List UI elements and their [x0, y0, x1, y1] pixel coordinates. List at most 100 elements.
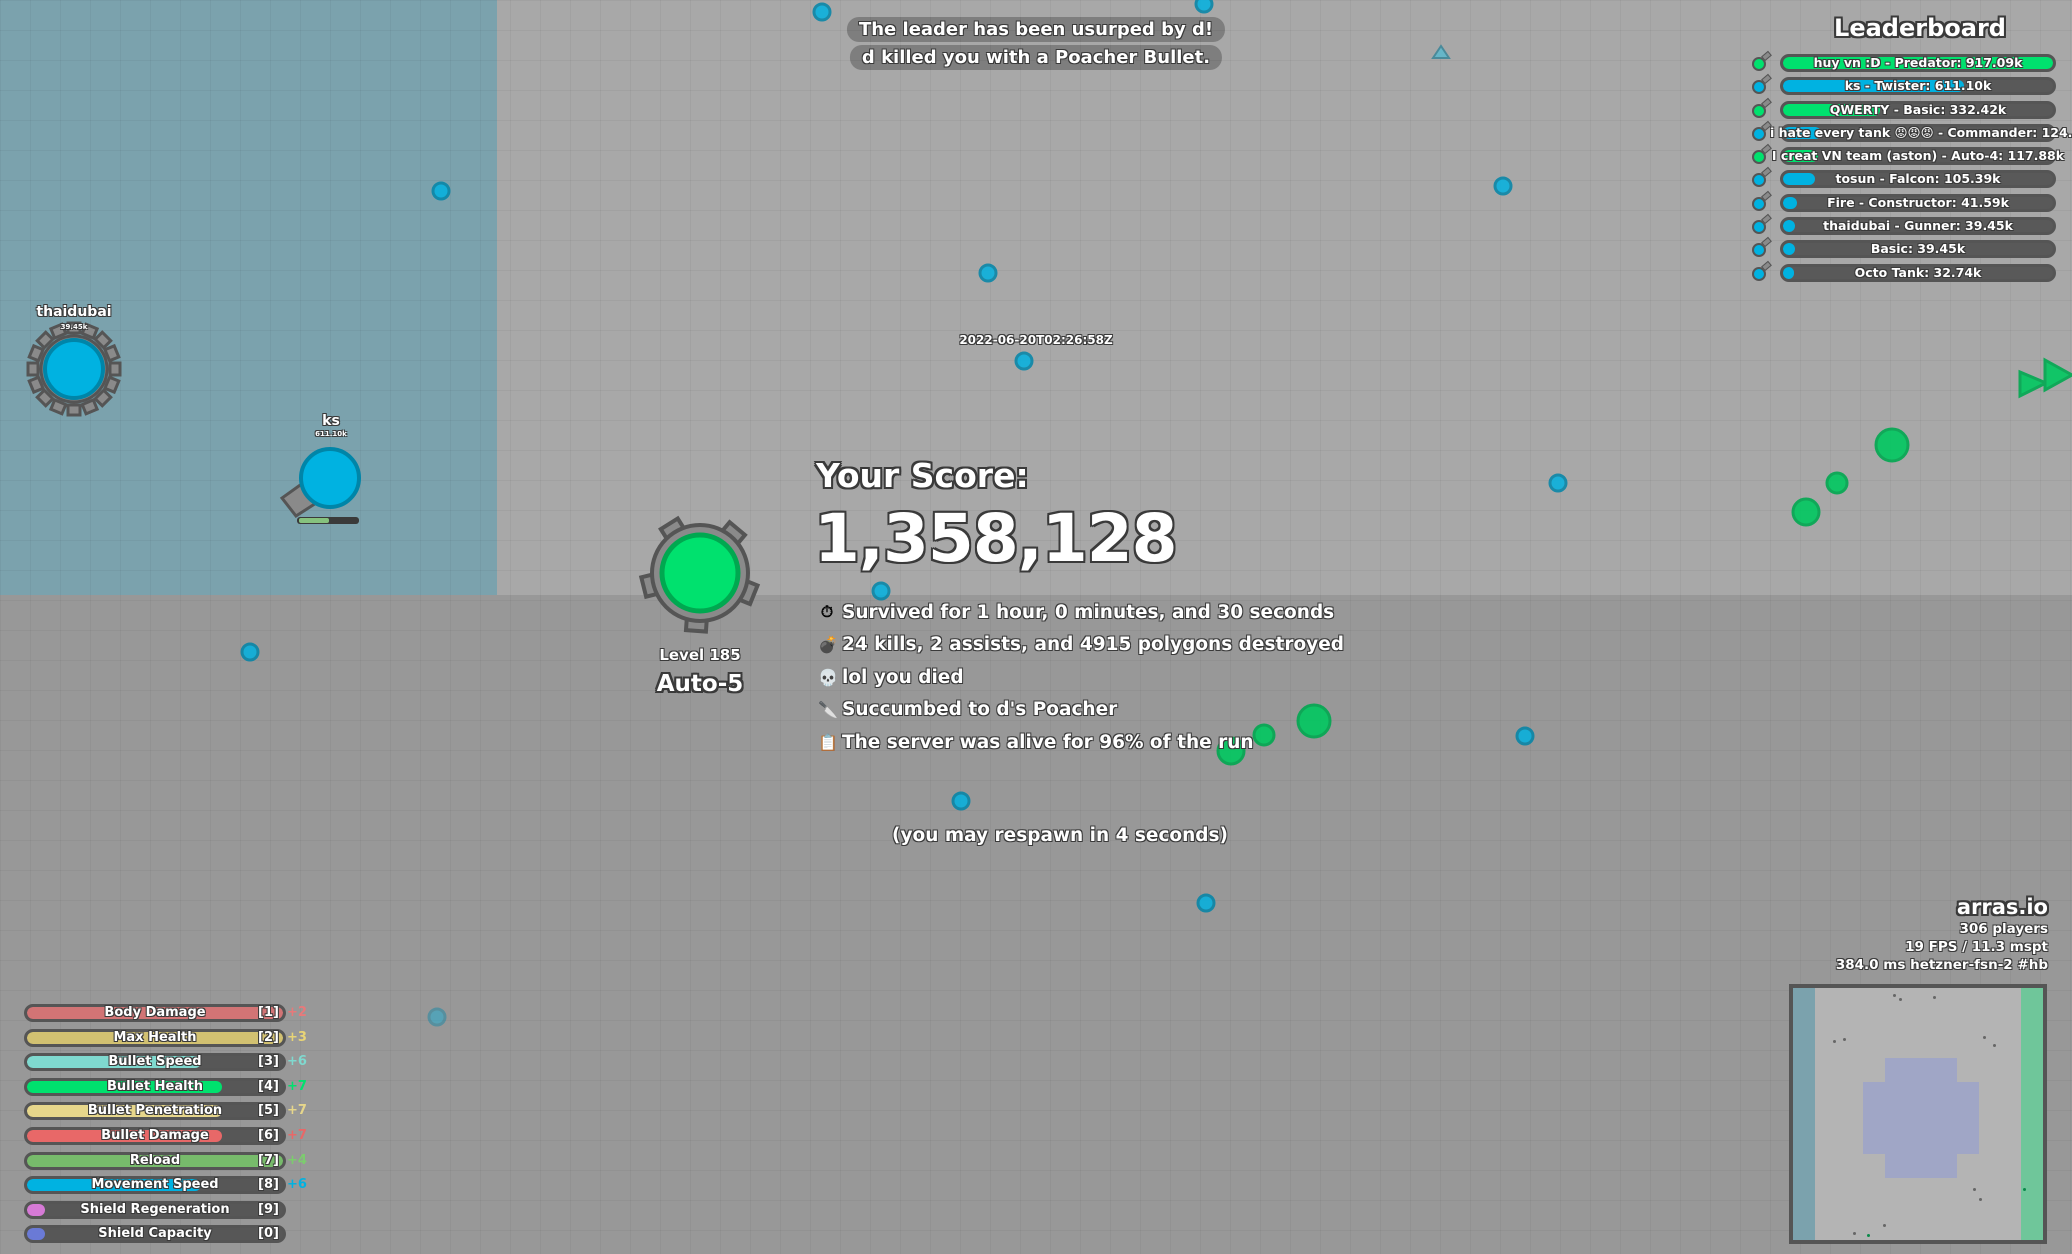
leaderboard-entry-label: ks - Twister: 611.10k — [1844, 78, 1992, 94]
upgrade-key: [2] — [258, 1029, 279, 1045]
timestamp: 2022-06-20T02:26:58Z — [959, 333, 1113, 347]
bomb-icon: 💣 — [818, 635, 838, 655]
blue-bullet — [240, 642, 260, 662]
upgrade-name: Shield Capacity — [98, 1226, 212, 1242]
leaderboard-entry: QWERTY - Basic: 332.42k — [1750, 100, 2060, 123]
upgrade-stat-row[interactable]: Bullet Damage [6] +7 — [24, 1126, 324, 1151]
upgrade-stat-row[interactable]: Body Damage [1] +2 — [24, 1003, 324, 1028]
leaderboard-entry: Basic: 39.45k — [1750, 239, 2060, 262]
death-stat-line: ⏱ Survived for 1 hour, 0 minutes, and 30 … — [818, 596, 1344, 629]
score-value: 1,358,128 — [814, 500, 1178, 577]
triangle-polygon — [1431, 44, 1451, 59]
blue-bullet — [1196, 893, 1216, 913]
leaderboard-entry-label: Octo Tank: 32.74k — [1854, 264, 1982, 280]
leaderboard-entry: tosun - Falcon: 105.39k — [1750, 169, 2060, 192]
upgrade-name: Reload — [129, 1152, 181, 1168]
enemy-score-ks: 611.10k — [315, 430, 347, 438]
blue-bullet — [812, 2, 832, 22]
tank-icon — [1752, 196, 1766, 211]
upgrade-points: +2 — [287, 1005, 307, 1020]
skull-icon: 💀 — [818, 667, 838, 687]
upgrade-key: [8] — [258, 1177, 279, 1193]
performance-stats: 19 FPS / 11.3 mspt — [1905, 939, 2048, 955]
server-ping: 384.0 ms hetzner-fsn-2 #hb — [1835, 957, 2048, 973]
upgrade-key: [6] — [258, 1127, 279, 1143]
death-stat-line: 💀 lol you died — [818, 661, 1344, 694]
tank-icon — [1752, 103, 1766, 118]
player-count: 306 players — [1959, 921, 2048, 937]
upgrade-name: Max Health — [113, 1029, 197, 1045]
minimap-green-base — [2021, 988, 2043, 1240]
blue-bullet — [427, 1007, 447, 1027]
tank-icon — [1752, 173, 1766, 188]
upgrade-points: +6 — [287, 1054, 307, 1070]
upgrade-key: [7] — [258, 1152, 279, 1168]
minimap-center-zone — [1863, 1082, 1979, 1154]
upgrade-name: Body Damage — [104, 1005, 206, 1020]
tank-icon — [1752, 220, 1766, 235]
player-class: Auto-5 — [656, 671, 744, 697]
upgrade-name: Bullet Health — [106, 1078, 204, 1094]
leaderboard-entry: i hate every tank 😡😡😡 - Commander: 124.6… — [1750, 123, 2072, 146]
death-stat-text: The server was alive for 96% of the run — [842, 731, 1254, 753]
leaderboard-entry-label: Basic: 39.45k — [1870, 241, 1966, 257]
leaderboard-entry-label: i hate every tank 😡😡😡 - Commander: 124.6… — [1770, 124, 2072, 140]
killed-by-message: d killed you with a Poacher Bullet. — [849, 45, 1223, 70]
upgrade-points: +4 — [287, 1152, 307, 1168]
blue-bullet — [1194, 0, 1214, 14]
upgrade-points: +3 — [287, 1029, 307, 1045]
game-canvas[interactable]: thaidubai 39.45k ks 611.10k The leader h… — [0, 0, 2072, 1254]
score-label: Your Score: — [816, 456, 1029, 495]
leaderboard-entry: ks - Twister: 611.10k — [1750, 76, 2060, 99]
leaderboard-entry-label: I creat VN team (aston) - Auto-4: 117.88… — [1771, 148, 2065, 164]
leaderboard-entry: thaidubai - Gunner: 39.45k — [1750, 216, 2060, 239]
upgrade-name: Shield Regeneration — [80, 1201, 230, 1217]
stopwatch-icon: ⏱ — [820, 602, 834, 622]
game-title: arras.io — [1956, 895, 2048, 919]
clipboard-icon: 📋 — [818, 732, 838, 752]
upgrade-key: [9] — [258, 1201, 279, 1217]
tank-icon — [1752, 57, 1766, 71]
tank-icon — [1752, 80, 1766, 95]
leaderboard-entry-label: huy vn :D - Predator: 917.09k — [1813, 55, 2023, 70]
enemy-name-thaidubai: thaidubai — [36, 304, 112, 320]
upgrade-stat-row[interactable]: Bullet Speed [3] +6 — [24, 1052, 324, 1077]
leaderboard-entry-label: thaidubai - Gunner: 39.45k — [1823, 218, 2013, 234]
green-bullet — [1791, 497, 1821, 527]
blue-bullet — [1014, 351, 1034, 371]
knife-icon: 🔪 — [818, 700, 838, 720]
death-stat-text: lol you died — [842, 666, 964, 688]
upgrade-stat-row[interactable]: Max Health [2] +3 — [24, 1028, 324, 1053]
player-tank — [638, 515, 761, 634]
blue-bullet — [951, 791, 971, 811]
upgrade-stat-row[interactable]: Shield Regeneration [9] — [24, 1200, 324, 1225]
upgrade-name: Bullet Penetration — [87, 1103, 223, 1119]
leaderboard-entry: I creat VN team (aston) - Auto-4: 117.88… — [1750, 146, 2064, 169]
green-bullet — [1874, 427, 1910, 463]
upgrade-points: +7 — [287, 1103, 307, 1119]
blue-bullet — [1515, 726, 1535, 746]
blue-bullet — [431, 181, 451, 201]
tank-icon — [1752, 266, 1766, 281]
upgrade-points: +7 — [287, 1127, 307, 1143]
stat-upgrades: Body Damage [1] +2 Max Health [2] +3 Bullet Sp… — [24, 1003, 324, 1249]
respawn-timer: (you may respawn in 4 seconds) — [892, 825, 1229, 846]
death-stat-line: 📋 The server was alive for 96% of the run — [818, 726, 1344, 759]
blue-bullet — [978, 263, 998, 283]
upgrade-stat-row[interactable]: Bullet Penetration [5] +7 — [24, 1101, 324, 1126]
green-bullet — [1825, 471, 1849, 495]
upgrade-stat-row[interactable]: Bullet Health [4] +7 — [24, 1077, 324, 1102]
green-arrow — [2043, 357, 2072, 393]
upgrade-name: Movement Speed — [91, 1177, 219, 1193]
enemy-score-thaidubai: 39.45k — [60, 323, 88, 331]
upgrade-points: +7 — [287, 1078, 307, 1094]
upgrade-stat-row[interactable]: Shield Capacity [0] — [24, 1224, 324, 1249]
upgrade-stat-row[interactable]: Movement Speed [8] +6 — [24, 1175, 324, 1200]
upgrade-key: [0] — [258, 1226, 279, 1242]
upgrade-stat-row[interactable]: Reload [7] +4 — [24, 1151, 324, 1176]
leaderboard-entry: Fire - Constructor: 41.59k — [1750, 193, 2060, 216]
upgrade-key: [4] — [258, 1078, 279, 1094]
minimap[interactable] — [1789, 984, 2047, 1244]
leaderboard-entry-label: Fire - Constructor: 41.59k — [1827, 194, 2009, 210]
blue-bullet — [1493, 176, 1513, 196]
